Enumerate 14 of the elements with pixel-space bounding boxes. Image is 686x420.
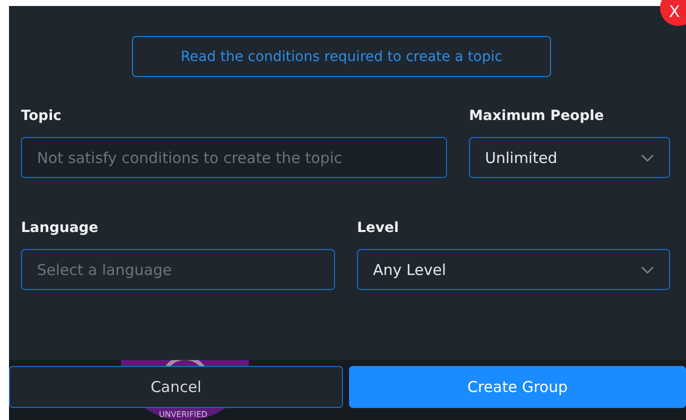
text-field[interactable]: Select a language: [21, 249, 335, 290]
field-label: Level: [357, 220, 399, 236]
chevron-icon: [641, 266, 654, 274]
field-label: Language: [21, 220, 98, 236]
cancel-button[interactable]: Cancel: [9, 366, 343, 408]
dropdown[interactable]: Any Level: [357, 249, 670, 290]
conditions-button[interactable]: Read the conditions required to create a topic: [132, 36, 551, 77]
unverified-label: UNVERIFIED: [159, 410, 208, 419]
chevron-icon: [641, 154, 654, 162]
dropdown[interactable]: Unlimited: [469, 137, 670, 178]
text-field[interactable]: Not satisfy conditions to create the topic: [21, 137, 447, 178]
close-button[interactable]: X: [660, 0, 686, 26]
field-label: Maximum People: [469, 108, 604, 124]
field-label: Topic: [21, 108, 62, 124]
